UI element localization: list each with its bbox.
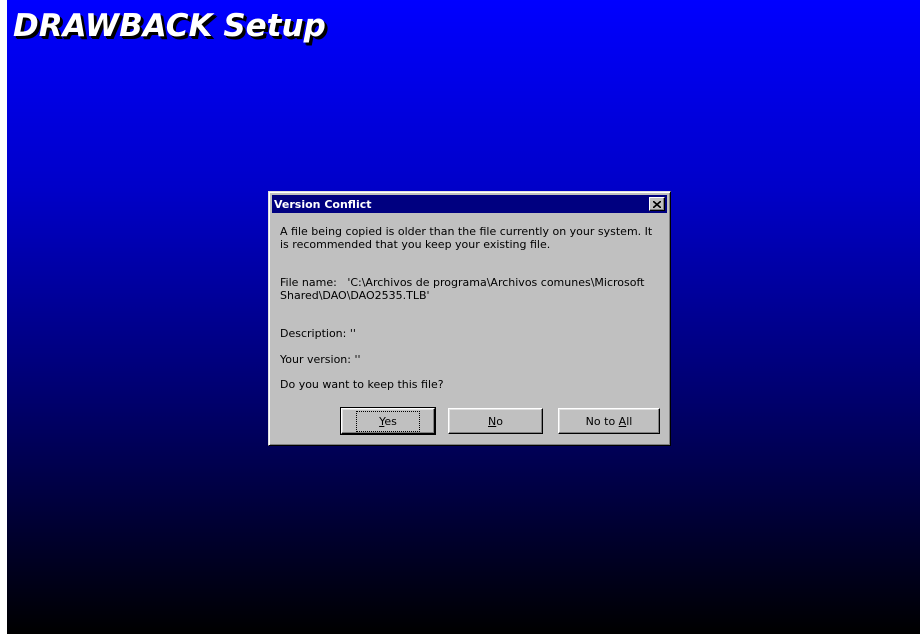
your-version-line: Your version: '' xyxy=(280,353,361,366)
dialog-message: A file being copied is older than the fi… xyxy=(280,225,653,251)
file-name-label: File name: xyxy=(280,276,337,289)
setup-background: DRAWBACK Setup Version Conflict A file b… xyxy=(7,0,920,634)
file-name-line: File name: 'C:\Archivos de programa\Arch… xyxy=(280,276,660,302)
dialog-title: Version Conflict xyxy=(274,197,372,211)
no-button-label: No xyxy=(488,414,503,428)
yes-button[interactable]: Yes xyxy=(340,407,436,435)
close-button[interactable] xyxy=(649,197,665,211)
close-icon xyxy=(653,200,661,208)
keep-file-question: Do you want to keep this file? xyxy=(280,378,444,391)
no-to-all-button-label: No to All xyxy=(585,414,633,428)
description-line: Description: '' xyxy=(280,327,356,340)
setup-title: DRAWBACK Setup xyxy=(13,8,326,44)
dialog-titlebar[interactable]: Version Conflict xyxy=(272,195,667,213)
no-to-all-button[interactable]: No to All xyxy=(558,408,660,434)
version-conflict-dialog: Version Conflict A file being copied is … xyxy=(268,191,671,446)
no-button[interactable]: No xyxy=(448,408,543,434)
yes-button-label: Yes xyxy=(356,410,420,432)
